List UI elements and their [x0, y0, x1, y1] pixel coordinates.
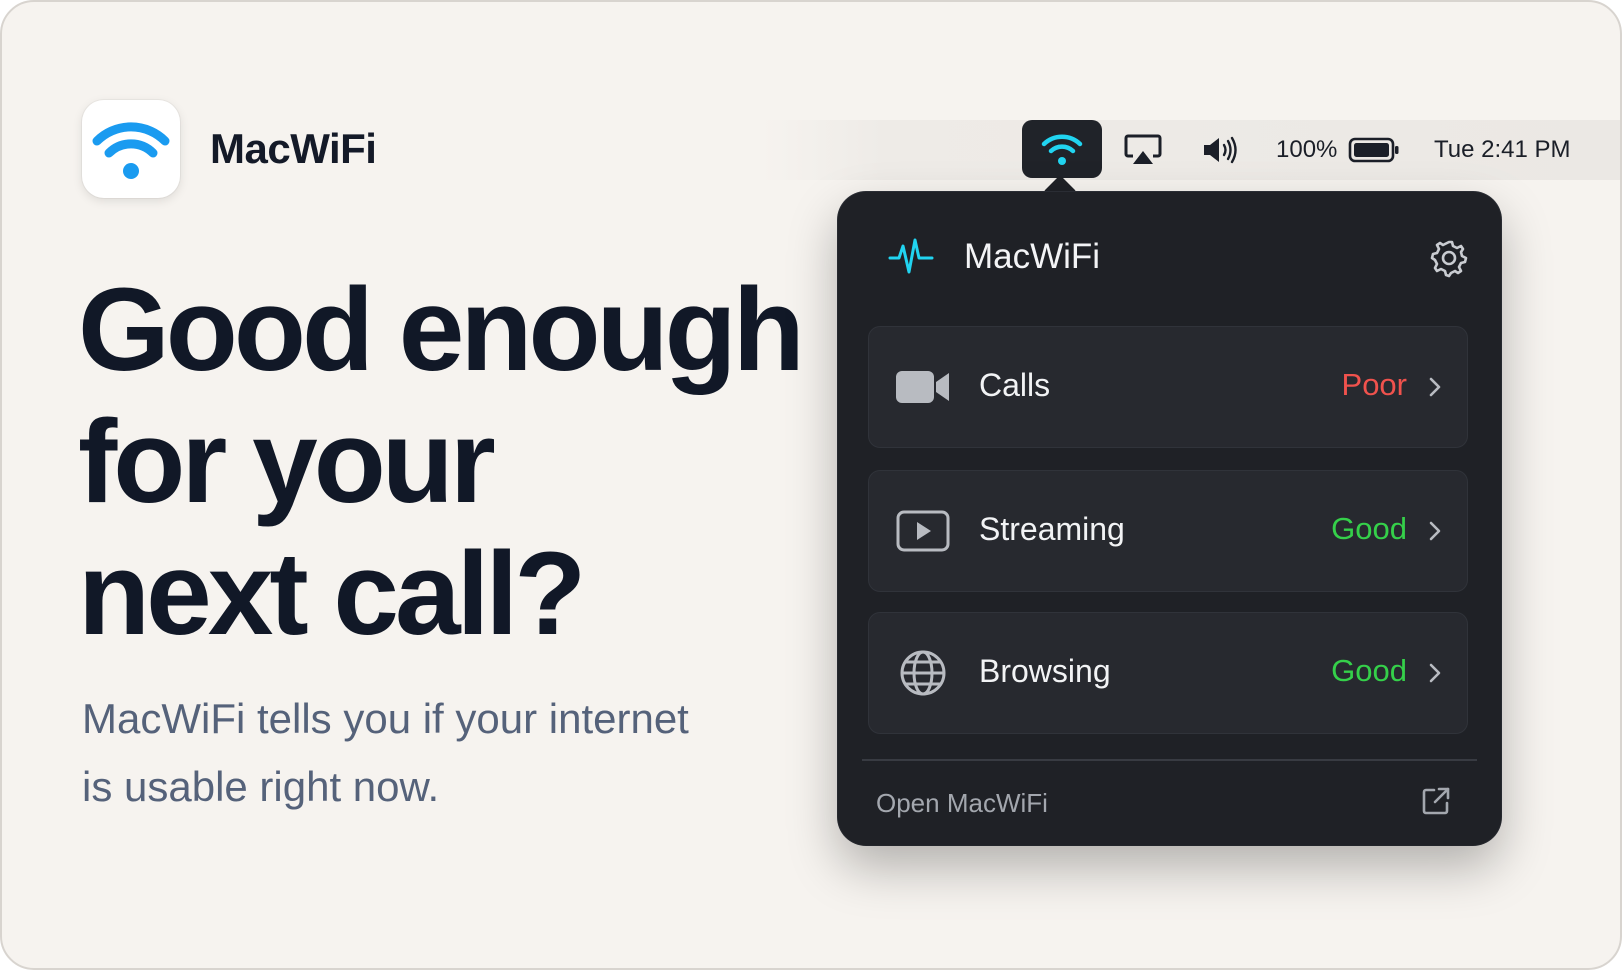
- row-status-poor: Poor: [1341, 367, 1407, 402]
- menubar-volume-button[interactable]: [1202, 120, 1240, 180]
- headline-line-3: next call?: [78, 528, 586, 660]
- menubar-airplay-button[interactable]: [1124, 120, 1162, 180]
- menubar: 100% Tue 2:41 PM: [762, 120, 1620, 180]
- volume-icon: [1204, 136, 1237, 164]
- row-status-good: Good: [1331, 653, 1407, 688]
- app-icon: [82, 100, 180, 198]
- wifi-popover: MacWiFi Calls Poor Streaming Good Browsi…: [838, 192, 1501, 845]
- open-external-button[interactable]: [1417, 782, 1455, 820]
- brand: MacWiFi: [82, 100, 377, 198]
- brand-name: MacWiFi: [210, 125, 377, 172]
- headline-line-2: for your: [78, 396, 496, 528]
- activity-row-streaming[interactable]: Streaming Good: [868, 470, 1468, 592]
- subtext: MacWiFi tells you if your internet is us…: [82, 685, 782, 821]
- popover-divider: [862, 759, 1477, 761]
- menubar-battery-button[interactable]: [1348, 120, 1400, 180]
- row-status-good: Good: [1331, 511, 1407, 546]
- row-chevron: [1425, 657, 1445, 689]
- battery-icon: [1348, 137, 1399, 163]
- activity-row-calls[interactable]: Calls Poor: [868, 326, 1468, 448]
- row-icon: [893, 643, 953, 703]
- subtext-line-2: is usable right now.: [82, 763, 440, 810]
- chevron-right-icon: [1429, 663, 1441, 683]
- airplay-icon: [1124, 134, 1162, 164]
- external-link-icon: [1422, 787, 1450, 815]
- pulse-icon: [888, 238, 934, 274]
- wifi-icon: [92, 122, 170, 179]
- wifi-icon: [1041, 134, 1083, 165]
- chevron-right-icon: [1429, 377, 1441, 397]
- headline-line-1: Good enough: [78, 264, 805, 396]
- row-chevron: [1425, 371, 1445, 403]
- row-chevron: [1425, 515, 1445, 547]
- battery-percent: 100%: [1276, 136, 1338, 163]
- menubar-clock[interactable]: Tue 2:41 PM: [1434, 120, 1571, 180]
- activity-row-browsing[interactable]: Browsing Good: [868, 612, 1468, 734]
- battery-fill: [1354, 143, 1389, 157]
- chevron-right-icon: [1429, 521, 1441, 541]
- play-icon: [896, 510, 950, 552]
- menubar-wifi-button[interactable]: [1022, 120, 1102, 178]
- subtext-line-1: MacWiFi tells you if your internet: [82, 695, 689, 742]
- gear-icon: [1430, 240, 1468, 278]
- video-camera-icon: [896, 371, 949, 403]
- row-label: Browsing: [979, 653, 1111, 689]
- promo-frame: MacWiFi Good enough for your next call? …: [0, 0, 1622, 970]
- globe-icon: [900, 650, 946, 696]
- row-icon: [893, 501, 953, 561]
- headline: Good enough for your next call?: [78, 264, 838, 660]
- popover-title: MacWiFi: [964, 237, 1101, 276]
- open-app-link[interactable]: Open MacWiFi: [876, 788, 1048, 819]
- row-label: Calls: [979, 367, 1051, 403]
- row-icon: [893, 357, 953, 417]
- settings-button[interactable]: [1428, 237, 1470, 279]
- row-label: Streaming: [979, 511, 1125, 547]
- popover-header: MacWiFi: [888, 232, 1470, 282]
